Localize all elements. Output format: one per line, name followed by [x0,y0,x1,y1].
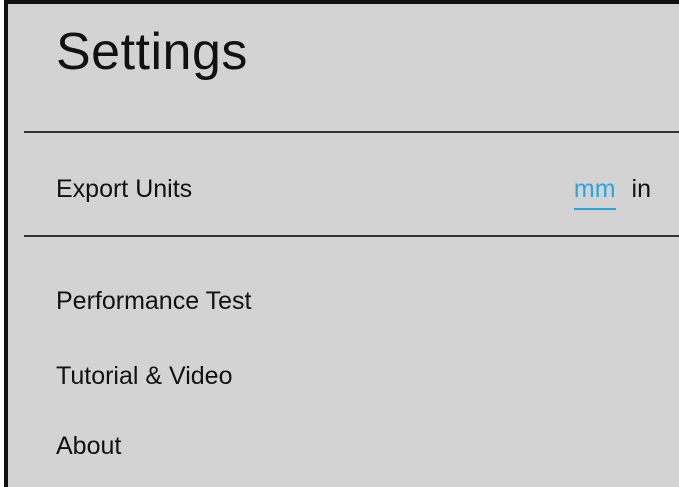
menu-item-about[interactable]: About [56,434,121,459]
section-divider [24,235,679,237]
unit-option-mm[interactable]: mm [573,177,616,210]
menu-item-tutorial-video[interactable]: Tutorial & Video [56,364,233,389]
export-units-label: Export Units [56,175,193,203]
unit-option-in[interactable]: in [632,177,651,210]
export-units-toggle: mm in [573,177,651,210]
page-title: Settings [56,23,248,81]
settings-panel: Settings Export Units mm in Performance … [4,0,679,487]
menu-item-performance-test[interactable]: Performance Test [56,289,251,314]
settings-window: Settings Export Units mm in Performance … [0,0,679,487]
title-divider [24,131,679,133]
